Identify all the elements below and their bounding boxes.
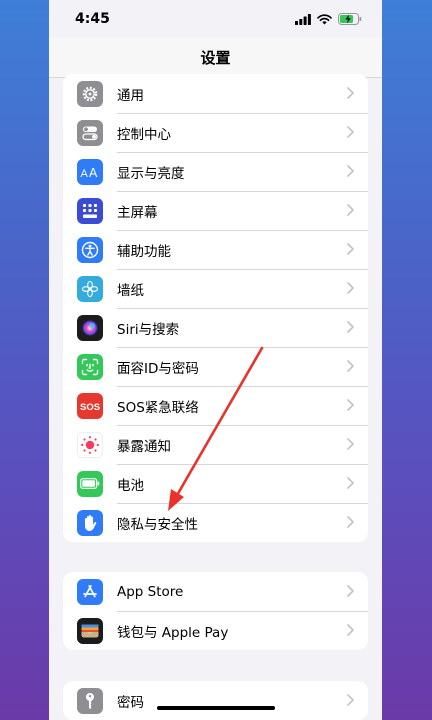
settings-row-label: 通用 xyxy=(117,87,144,104)
settings-row-label: SOS紧急联络 xyxy=(117,399,199,416)
settings-row-accessibility[interactable]: 辅助功能 xyxy=(63,230,368,269)
chevron-right-icon xyxy=(347,282,354,294)
home-indicator[interactable] xyxy=(157,706,275,710)
chevron-right-icon xyxy=(347,243,354,255)
flower-icon xyxy=(77,275,103,302)
wifi-icon xyxy=(317,13,332,24)
settings-row-display[interactable]: A A 显示与亮度 xyxy=(63,152,368,191)
settings-row-label: Siri与搜索 xyxy=(117,321,180,338)
chevron-right-icon xyxy=(347,516,354,528)
settings-row-exposure-notifications[interactable]: 暴露通知 xyxy=(63,425,368,464)
accessibility-icon xyxy=(77,236,103,263)
settings-row-label: 墙纸 xyxy=(117,282,144,299)
siri-icon xyxy=(77,314,103,341)
toggles-icon xyxy=(77,119,103,146)
signal-icon xyxy=(295,13,311,25)
settings-row-wallet-apple-pay[interactable]: 钱包与 Apple Pay xyxy=(63,611,368,650)
chevron-right-icon xyxy=(347,694,354,706)
settings-screen: 4:45 设置 通用 控制中心 A A 显示与亮度 主屏幕 辅助功能 墙纸 Si… xyxy=(49,0,382,720)
battery-icon xyxy=(77,470,103,497)
settings-row-label: 辅助功能 xyxy=(117,243,171,260)
wallet-icon xyxy=(77,617,103,644)
settings-row-label: 主屏幕 xyxy=(117,204,158,221)
settings-row-control-center[interactable]: 控制中心 xyxy=(63,113,368,152)
chevron-right-icon xyxy=(347,321,354,333)
settings-group-passwords: 密码 xyxy=(63,681,368,720)
chevron-right-icon xyxy=(347,399,354,411)
chevron-right-icon xyxy=(347,126,354,138)
text-size-icon: A A xyxy=(77,158,103,185)
settings-group-main: 通用 控制中心 A A 显示与亮度 主屏幕 辅助功能 墙纸 Siri与搜索 面容… xyxy=(63,74,368,542)
nav-bar: 设置 xyxy=(49,38,382,78)
settings-row-face-id[interactable]: 面容ID与密码 xyxy=(63,347,368,386)
settings-row-label: 面容ID与密码 xyxy=(117,360,199,377)
battery-charging-icon xyxy=(338,13,362,25)
key-icon xyxy=(77,687,103,714)
settings-row-label: 隐私与安全性 xyxy=(117,516,198,533)
settings-row-label: 显示与亮度 xyxy=(117,165,185,182)
chevron-right-icon xyxy=(347,624,354,636)
settings-row-wallpaper[interactable]: 墙纸 xyxy=(63,269,368,308)
chevron-right-icon xyxy=(347,165,354,177)
chevron-right-icon xyxy=(347,477,354,489)
settings-row-home-screen[interactable]: 主屏幕 xyxy=(63,191,368,230)
settings-row-general[interactable]: 通用 xyxy=(63,74,368,113)
gear-icon xyxy=(77,80,103,107)
status-time: 4:45 xyxy=(75,11,110,27)
settings-row-label: 钱包与 Apple Pay xyxy=(117,624,229,641)
app-store-icon xyxy=(77,578,103,605)
face-id-icon xyxy=(77,353,103,380)
settings-row-label: 电池 xyxy=(117,477,144,494)
page-title: 设置 xyxy=(200,49,231,67)
settings-group-store: App Store 钱包与 Apple Pay xyxy=(63,572,368,650)
settings-row-emergency-sos[interactable]: SOS SOS紧急联络 xyxy=(63,386,368,425)
settings-row-label: 暴露通知 xyxy=(117,438,171,455)
settings-row-privacy-security[interactable]: 隐私与安全性 xyxy=(63,503,368,542)
hand-icon xyxy=(77,509,103,536)
sos-icon: SOS xyxy=(77,392,103,419)
settings-row-app-store[interactable]: App Store xyxy=(63,572,368,611)
settings-row-label: 控制中心 xyxy=(117,126,171,143)
svg-text:A: A xyxy=(89,166,98,179)
chevron-right-icon xyxy=(347,204,354,216)
svg-text:A: A xyxy=(81,168,89,179)
status-bar: 4:45 xyxy=(49,0,382,38)
settings-row-siri[interactable]: Siri与搜索 xyxy=(63,308,368,347)
exposure-icon xyxy=(77,431,103,458)
chevron-right-icon xyxy=(347,585,354,597)
settings-row-passwords[interactable]: 密码 xyxy=(63,681,368,720)
settings-row-battery[interactable]: 电池 xyxy=(63,464,368,503)
chevron-right-icon xyxy=(347,87,354,99)
status-icons xyxy=(295,13,362,25)
settings-row-label: App Store xyxy=(117,583,184,600)
svg-text:SOS: SOS xyxy=(80,402,100,412)
chevron-right-icon xyxy=(347,438,354,450)
home-grid-icon xyxy=(77,197,103,224)
chevron-right-icon xyxy=(347,360,354,372)
